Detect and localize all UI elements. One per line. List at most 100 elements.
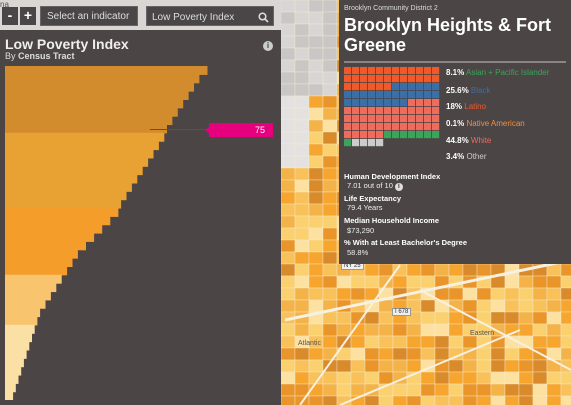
- map-tile: [336, 359, 352, 373]
- map-tile: [378, 395, 394, 405]
- chart-bar[interactable]: [5, 82, 194, 92]
- chart-bar[interactable]: [5, 274, 62, 284]
- map-tile: [294, 203, 310, 217]
- map-tile: [434, 395, 450, 405]
- map-tile: [434, 311, 450, 325]
- chart-bar[interactable]: [5, 241, 86, 251]
- waffle-cell: [432, 75, 440, 83]
- map-tile: [308, 131, 324, 145]
- race-label: Other: [466, 152, 487, 161]
- income-value: $73,290: [347, 226, 375, 235]
- map-tile: [280, 0, 296, 13]
- map-tile: [280, 359, 296, 373]
- chart-bar[interactable]: [5, 374, 19, 384]
- chart-bar[interactable]: [5, 383, 16, 393]
- chart-bar[interactable]: [5, 341, 30, 351]
- chart-bar[interactable]: [5, 141, 159, 151]
- chart-bar[interactable]: [5, 107, 178, 117]
- map-tile: [280, 323, 296, 337]
- chart-bar[interactable]: [5, 283, 57, 293]
- waffle-cell: [376, 67, 384, 75]
- waffle-cell: [344, 123, 352, 131]
- chart-bar[interactable]: [5, 249, 78, 259]
- chart-bar[interactable]: [5, 358, 24, 368]
- waffle-cell: [352, 123, 360, 131]
- zoom-out-button[interactable]: -: [2, 7, 18, 25]
- map-tile: [294, 107, 310, 121]
- chart-bar[interactable]: [5, 266, 68, 276]
- chart-bar[interactable]: [5, 366, 22, 376]
- waffle-cell: [432, 115, 440, 123]
- waffle-cell: [352, 139, 360, 147]
- search-box[interactable]: [146, 6, 274, 28]
- map-tile: [532, 275, 548, 289]
- chart-bar[interactable]: [5, 66, 208, 75]
- map-tile: [308, 347, 324, 361]
- chart-bar[interactable]: [5, 182, 132, 192]
- waffle-cell: [368, 123, 376, 131]
- chart-bar[interactable]: [5, 99, 184, 109]
- life-expectancy-value: 79.4 Years: [347, 203, 383, 212]
- map-tile: [350, 359, 366, 373]
- chart-bar[interactable]: [5, 124, 167, 134]
- chart-bar[interactable]: [5, 299, 46, 309]
- chart-bar[interactable]: [5, 149, 154, 159]
- zoom-in-button[interactable]: +: [20, 7, 36, 25]
- map-tile: [462, 263, 478, 277]
- search-icon[interactable]: [258, 10, 269, 28]
- chart-bar[interactable]: [5, 91, 189, 100]
- waffle-cell: [352, 83, 360, 91]
- chart-bar[interactable]: [5, 233, 95, 242]
- map-tile: [476, 383, 492, 397]
- waffle-cell: [352, 99, 360, 107]
- map-tile: [280, 215, 296, 229]
- info-icon[interactable]: i: [394, 183, 403, 191]
- chart-bar[interactable]: [5, 191, 127, 201]
- map-tile: [308, 239, 324, 253]
- map-tile: [378, 311, 394, 325]
- map-tile: [546, 335, 562, 349]
- map-tile: [350, 383, 366, 397]
- map-tile: [518, 371, 534, 385]
- map-tile: [560, 347, 571, 361]
- chart-bar[interactable]: [5, 316, 38, 326]
- map-tile: [434, 383, 450, 397]
- chart-bar[interactable]: [5, 224, 103, 234]
- chart-bar[interactable]: [5, 291, 51, 301]
- chart-bar[interactable]: [5, 199, 122, 209]
- search-input[interactable]: [147, 7, 264, 27]
- info-icon[interactable]: i: [263, 41, 273, 51]
- chart-bar[interactable]: [5, 308, 41, 318]
- map-tile: [448, 323, 464, 337]
- map-tile: [476, 371, 492, 385]
- chart-bar[interactable]: [5, 166, 143, 176]
- chart-bar[interactable]: [5, 324, 35, 334]
- map-tile: [504, 383, 520, 397]
- race-label: Native American: [466, 119, 525, 128]
- waffle-cell: [392, 67, 400, 75]
- chart-bar[interactable]: [5, 74, 200, 84]
- map-tile: [560, 335, 571, 349]
- map-tile: [420, 275, 436, 289]
- waffle-cell: [416, 75, 424, 83]
- chart-bar[interactable]: [5, 157, 149, 167]
- chart-bar[interactable]: [5, 333, 32, 343]
- chart-bar[interactable]: [5, 174, 138, 184]
- map-tile: [294, 59, 310, 73]
- waffle-cell: [424, 67, 432, 75]
- chart-bar[interactable]: [5, 207, 119, 217]
- chart-bar[interactable]: [5, 216, 111, 226]
- district-card: Brooklyn Community District 2 Brooklyn H…: [339, 0, 571, 264]
- indicator-dropdown[interactable]: Select an indicator ▼: [40, 6, 138, 41]
- map-tile: [280, 23, 296, 37]
- chart-bar[interactable]: [5, 349, 27, 359]
- waffle-cell: [416, 123, 424, 131]
- chart-bar[interactable]: [5, 116, 173, 126]
- waffle-cell: [400, 91, 408, 99]
- map-tile: [308, 191, 324, 205]
- waffle-cell: [368, 91, 376, 99]
- chart-bar[interactable]: [5, 132, 165, 142]
- chart-bar[interactable]: [5, 391, 14, 400]
- map-tile: [350, 287, 366, 301]
- chart-bar[interactable]: [5, 258, 73, 267]
